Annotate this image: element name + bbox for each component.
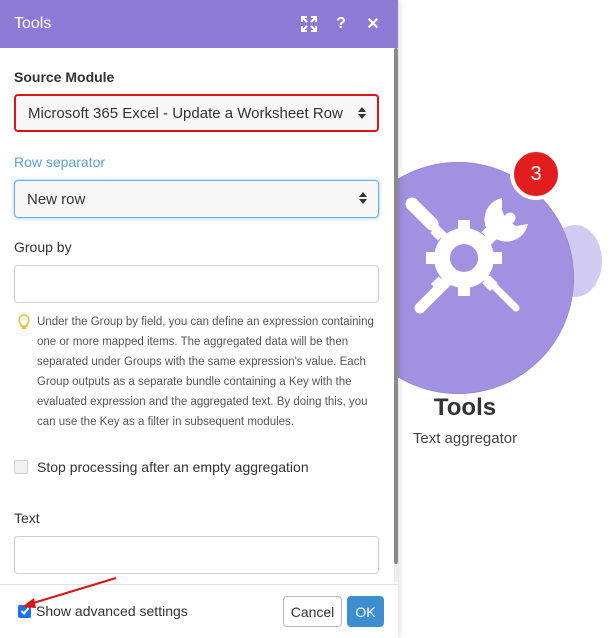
stop-processing-checkbox[interactable] — [14, 460, 28, 474]
row-separator-select[interactable]: New row — [14, 180, 379, 218]
select-arrows-icon — [358, 107, 366, 119]
module-name: Tools — [433, 394, 497, 421]
module-subtitle: Text aggregator — [412, 430, 518, 447]
advanced-settings-label: Show advanced settings — [36, 603, 188, 619]
row-separator-label: Row separator — [14, 154, 106, 170]
stop-processing-option[interactable]: Stop processing after an empty aggregati… — [14, 459, 309, 475]
group-by-label: Group by — [14, 239, 72, 255]
source-module-select[interactable]: Microsoft 365 Excel - Update a Worksheet… — [14, 94, 379, 132]
ok-button[interactable]: OK — [347, 596, 384, 627]
panel-header: Tools ? ✕ — [0, 0, 398, 48]
text-label: Text — [14, 510, 40, 526]
panel-body: Source Module Microsoft 365 Excel - Upda… — [0, 48, 392, 582]
stop-processing-label: Stop processing after an empty aggregati… — [37, 459, 309, 475]
select-arrows-icon — [359, 192, 367, 204]
advanced-settings-toggle[interactable]: Show advanced settings — [18, 603, 188, 619]
row-separator-value: New row — [27, 190, 86, 208]
group-by-hint-text: Under the Group by field, you can define… — [37, 316, 374, 428]
cancel-button[interactable]: Cancel — [283, 596, 342, 627]
help-icon[interactable]: ? — [332, 14, 350, 34]
group-by-input[interactable] — [14, 265, 379, 303]
panel-footer: Show advanced settings Cancel OK — [0, 584, 398, 638]
checkmark-icon — [20, 607, 29, 615]
scrollbar-thumb[interactable] — [394, 48, 398, 564]
lightbulb-icon — [18, 314, 30, 329]
source-module-value: Microsoft 365 Excel - Update a Worksheet… — [28, 104, 343, 122]
text-input[interactable] — [14, 536, 379, 574]
source-module-label: Source Module — [14, 69, 115, 85]
panel-title: Tools — [14, 15, 52, 32]
tools-icon — [405, 197, 528, 314]
advanced-settings-checkbox[interactable] — [18, 604, 31, 618]
expand-icon[interactable] — [300, 14, 318, 34]
operations-count-badge: 3 — [510, 148, 562, 200]
module-settings-panel: Tools ? ✕ Source Module Microsoft 365 Ex… — [0, 0, 398, 638]
close-icon[interactable]: ✕ — [364, 14, 382, 34]
panel-scrollbar[interactable] — [394, 48, 398, 582]
